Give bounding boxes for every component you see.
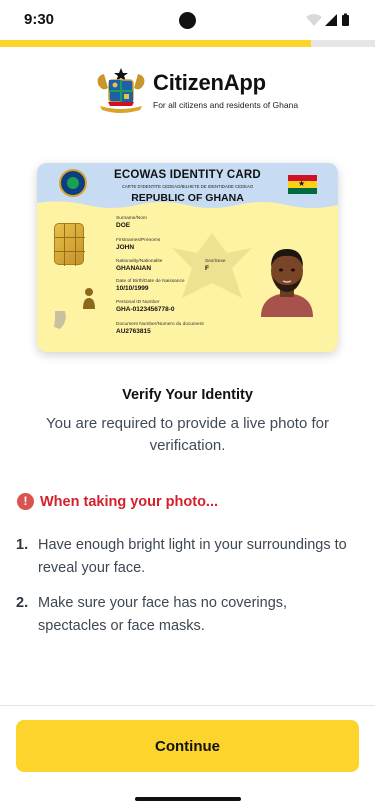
home-indicator[interactable] (135, 797, 241, 801)
footer-divider (0, 705, 375, 706)
field-sex: Sex/Sexe F (205, 259, 226, 272)
status-icons (306, 13, 349, 26)
app-logo: CitizenApp For all citizens and resident… (94, 66, 298, 116)
continue-button[interactable]: Continue (16, 720, 359, 772)
chip-icon (54, 223, 85, 266)
progress-bar (0, 40, 375, 47)
tip-number: 2. (16, 595, 29, 611)
id-card-illustration: ECOWAS IDENTITY CARD CARTE D'IDENTITE CE… (37, 163, 338, 352)
app-name: CitizenApp (153, 70, 266, 95)
exclamation-circle-icon: ! (17, 493, 34, 510)
tip-text: Make sure your face has no coverings, sp… (38, 595, 288, 634)
tip-text: Have enough bright light in your surroun… (38, 537, 347, 576)
photo-tips-list: 1. Have enough bright light in your surr… (16, 534, 356, 650)
field-document-number: Document Number/Numero du document AU276… (116, 322, 204, 335)
warning-text: When taking your photo... (40, 494, 219, 510)
ghana-map-icon (54, 311, 66, 329)
wifi-icon (306, 14, 322, 26)
field-surname: Surname/Nom DOE (116, 216, 147, 229)
ghost-photo-icon (83, 288, 95, 309)
photo-warning: ! When taking your photo... (17, 493, 317, 513)
signal-icon (325, 14, 337, 26)
camera-cutout (179, 12, 196, 29)
progress-bar-fill (0, 40, 312, 47)
list-item: 1. Have enough bright light in your surr… (16, 534, 356, 580)
list-item: 2. Make sure your face has no coverings,… (16, 592, 356, 638)
status-time: 9:30 (24, 11, 55, 28)
field-nationality: Nationality/Nationalite GHANAIAN (116, 259, 163, 272)
verify-title: Verify Your Identity (122, 387, 253, 403)
app-tagline: For all citizens and residents of Ghana (153, 100, 299, 110)
tip-number: 1. (16, 537, 29, 553)
field-firstnames: Firstnames/Prenoms JOHN (116, 238, 161, 251)
ghana-flag-icon: ★ (288, 175, 317, 194)
ghana-coat-of-arms-icon (97, 68, 145, 113)
battery-icon (342, 15, 349, 26)
portrait-photo (261, 249, 313, 317)
field-personal-id: Personal ID Number GHA-0123456778-0 (116, 300, 175, 313)
status-bar: 9:30 (0, 0, 375, 38)
field-date-of-birth: Date of Birth/Date de Naissance 10/10/19… (116, 279, 185, 292)
verify-description: You are required to provide a live photo… (46, 415, 329, 454)
